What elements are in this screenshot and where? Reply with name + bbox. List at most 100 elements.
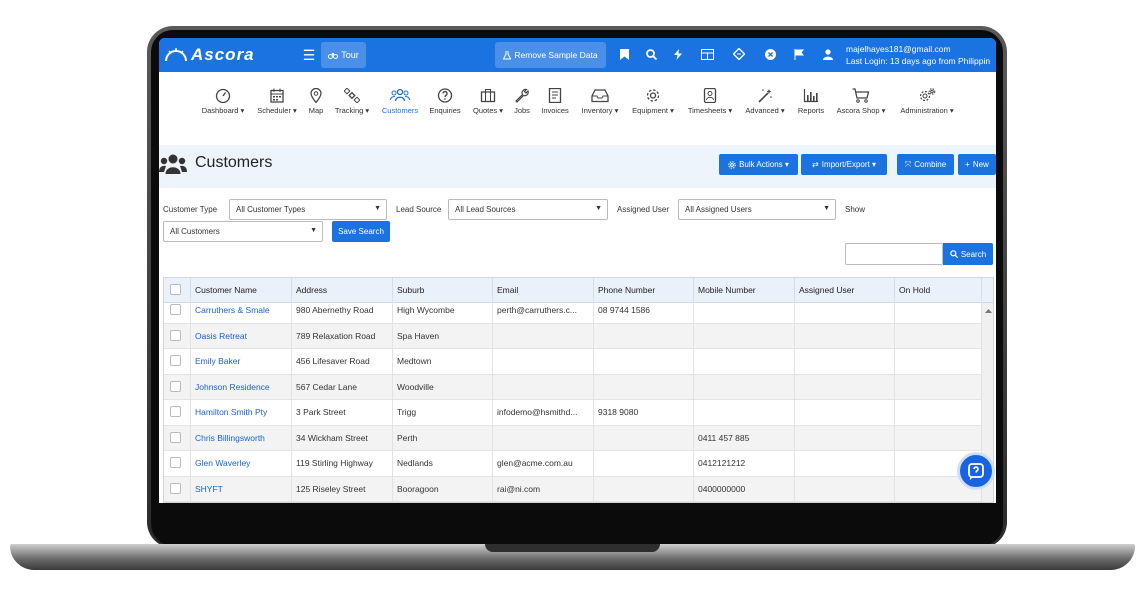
search-icon[interactable] (643, 46, 659, 62)
table-row[interactable]: Carruthers & Smale 980 Abernethy Road High… (164, 298, 982, 324)
invoice-icon (548, 88, 562, 103)
cell-mobile: 0400000000 (694, 476, 795, 502)
cell-mobile: 0412121212 (694, 451, 795, 476)
row-select-cell (164, 451, 191, 476)
laptop-mockup: Ascora ☰ Tour Remove Sample Data majelha… (0, 0, 1145, 608)
row-checkbox[interactable] (170, 457, 181, 468)
cell-on-hold (895, 298, 982, 323)
cell-assigned-user (795, 476, 895, 502)
nav-timesheets[interactable]: Timesheets ▾ (684, 88, 736, 130)
assigned-user-select[interactable]: All Assigned Users ▼ (678, 199, 836, 220)
table-row[interactable]: Chris Billingsworth 34 Wickham Street Pert… (164, 425, 982, 451)
table-row[interactable]: Emily Baker 456 Lifesaver Road Medtown (164, 349, 982, 375)
lightning-icon[interactable] (670, 46, 686, 62)
cell-customer-name[interactable]: Glen Waverley (191, 451, 292, 476)
assigned-user-value: All Assigned Users (685, 205, 752, 214)
row-checkbox[interactable] (170, 329, 181, 341)
remove-sample-data-button[interactable]: Remove Sample Data (495, 42, 606, 68)
select-all-checkbox[interactable] (170, 284, 181, 295)
dashboard-grid-icon[interactable] (699, 46, 715, 62)
cell-phone (594, 451, 694, 476)
row-checkbox[interactable] (170, 355, 181, 366)
user-info[interactable]: majelhayes181@gmail.com Last Login: 13 d… (846, 43, 990, 67)
nav-invoices[interactable]: Invoices (538, 88, 572, 130)
bulk-actions-label: Bulk Actions ▾ (739, 160, 789, 169)
cell-customer-name[interactable]: Oasis Retreat (191, 323, 292, 349)
bookmark-icon[interactable] (616, 46, 632, 62)
nav-dashboard[interactable]: Dashboard ▾ (199, 88, 247, 130)
cell-assigned-user (795, 298, 895, 323)
nav-label: Invoices (541, 106, 569, 115)
table-row[interactable]: Johnson Residence 567 Cedar Lane Woodville (164, 374, 982, 400)
swap-arrows-icon: ⇄ (812, 160, 819, 169)
save-search-button[interactable]: Save Search (332, 221, 390, 242)
nav-customers[interactable]: Customers (379, 88, 421, 130)
search-input[interactable] (845, 243, 943, 265)
row-checkbox[interactable] (170, 380, 181, 392)
nav-scheduler[interactable]: Scheduler ▾ (253, 88, 301, 130)
nav-label: Jobs (514, 106, 530, 115)
compress-icon: ⤧ (904, 159, 912, 169)
nav-advanced[interactable]: Advanced ▾ (742, 88, 788, 130)
cell-mobile (694, 400, 795, 425)
row-checkbox[interactable] (170, 482, 181, 494)
customer-type-select[interactable]: All Customer Types ▼ (229, 199, 387, 220)
ticket-icon[interactable] (731, 46, 747, 62)
cell-assigned-user (795, 323, 895, 349)
nav-quotes[interactable]: Quotes ▾ (469, 88, 507, 130)
cell-on-hold (895, 323, 982, 349)
nav-jobs[interactable]: Jobs (511, 88, 533, 130)
cell-address: 456 Lifesaver Road (292, 349, 393, 374)
nav-tracking[interactable]: Tracking ▾ (332, 88, 372, 130)
row-select-cell (164, 400, 191, 425)
table-row[interactable]: Hamilton Smith Pty 3 Park Street Trigg info… (164, 400, 982, 426)
nav-map[interactable]: Map (304, 88, 328, 130)
nav-administration[interactable]: Administration ▾ (895, 88, 959, 130)
user-icon[interactable] (820, 46, 836, 62)
cell-customer-name[interactable]: Hamilton Smith Pty (191, 400, 292, 425)
nav-equipment[interactable]: Equipment ▾ (628, 88, 678, 130)
nav-inventory[interactable]: Inventory ▾ (577, 88, 623, 130)
table-row[interactable]: Oasis Retreat 789 Relaxation Road Spa Have… (164, 323, 982, 349)
cell-assigned-user (795, 451, 895, 476)
row-select-cell (164, 374, 191, 400)
help-chat-button[interactable] (957, 452, 995, 490)
cell-address: 980 Abernethy Road (292, 298, 393, 323)
cell-customer-name[interactable]: SHYFT (191, 476, 292, 502)
cell-mobile (694, 298, 795, 323)
row-checkbox[interactable] (170, 431, 181, 443)
nav-reports[interactable]: Reports (794, 88, 828, 130)
cell-customer-name[interactable]: Chris Billingsworth (191, 425, 292, 451)
new-button[interactable]: + New (958, 154, 996, 175)
cell-customer-name[interactable]: Johnson Residence (191, 374, 292, 400)
cell-assigned-user (795, 374, 895, 400)
close-circle-icon[interactable] (762, 46, 778, 62)
top-bar: Ascora ☰ Tour Remove Sample Data majelha… (159, 38, 996, 72)
flag-icon[interactable] (791, 46, 807, 62)
search-button[interactable]: Search (943, 243, 993, 265)
table-row[interactable]: SHYFT 125 Riseley Street Booragoon rai@ni.c… (164, 476, 982, 502)
nav-ascora-shop[interactable]: Ascora Shop ▾ (832, 88, 890, 130)
row-checkbox[interactable] (170, 406, 181, 417)
tour-button[interactable]: Tour (321, 42, 366, 68)
bulk-actions-button[interactable]: Bulk Actions ▾ (719, 154, 798, 175)
row-select-cell (164, 323, 191, 349)
briefcase-icon (480, 89, 496, 103)
nav-enquiries[interactable]: Enquiries (426, 88, 464, 130)
show-select[interactable]: All Customers ▼ (163, 221, 323, 242)
tour-label: Tour (341, 50, 359, 60)
combine-button[interactable]: ⤧ Combine (897, 154, 954, 175)
cell-suburb: Trigg (393, 400, 493, 425)
row-checkbox[interactable] (170, 304, 181, 315)
nav-label: Advanced ▾ (745, 106, 785, 115)
import-export-button[interactable]: ⇄ Import/Export ▾ (801, 154, 887, 175)
cell-customer-name[interactable]: Emily Baker (191, 349, 292, 374)
table-row[interactable]: Glen Waverley 119 Stirling Highway Nedland… (164, 451, 982, 477)
caret-down-icon: ▼ (310, 227, 317, 234)
hamburger-menu-icon[interactable]: ☰ (301, 47, 317, 63)
cell-customer-name[interactable]: Carruthers & Smale (191, 298, 292, 323)
import-export-label: Import/Export ▾ (821, 160, 876, 169)
ascora-logo[interactable]: Ascora (165, 45, 255, 65)
lead-source-select[interactable]: All Lead Sources ▼ (448, 199, 608, 220)
cell-email (493, 323, 594, 349)
